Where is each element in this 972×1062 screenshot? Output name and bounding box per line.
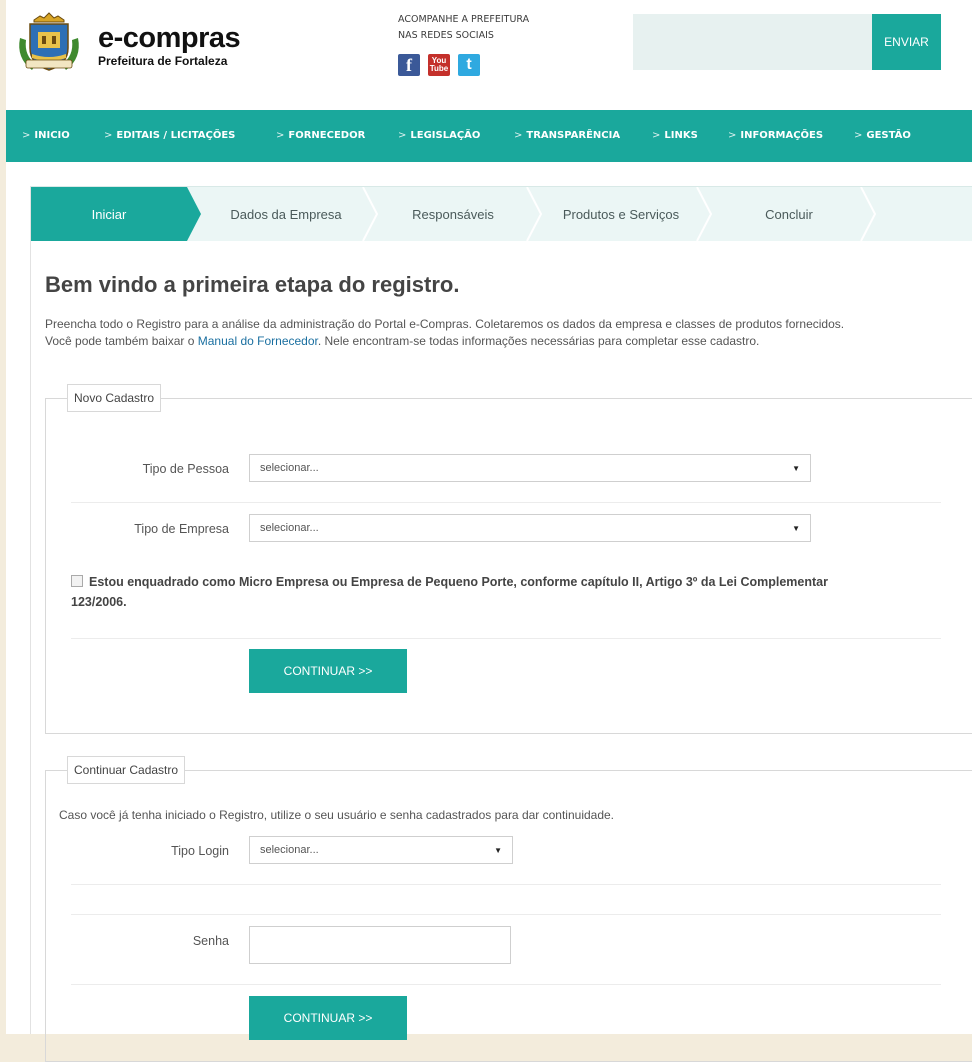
brand-subtitle: Prefeitura de Fortaleza xyxy=(98,54,228,68)
header: e-compras Prefeitura de Fortaleza ACOMPA… xyxy=(6,0,972,110)
brand-title: e-compras xyxy=(98,22,241,54)
continuar-cadastro-legend: Continuar Cadastro xyxy=(67,756,186,784)
continuar-info-text: Caso você já tenha iniciado o Registro, … xyxy=(59,808,615,822)
nav-arrow-icon: > xyxy=(276,130,285,141)
social-caption-2: NAS REDES SOCIAIS xyxy=(398,30,494,41)
nav-item-editais[interactable]: > EDITAIS / LICITAÇÕES xyxy=(104,130,235,141)
nav-item-gestao[interactable]: > GESTÃO xyxy=(854,130,911,141)
main-nav: > INICIO > EDITAIS / LICITAÇÕES > FORNECEDO… xyxy=(6,110,972,162)
page-title: Bem vindo a primeira etapa do registro. xyxy=(45,272,460,297)
twitter-icon[interactable]: t xyxy=(458,54,480,76)
nav-item-transparencia[interactable]: > TRANSPARÊNCIA xyxy=(514,130,620,141)
step-responsaveis[interactable]: Responsáveis xyxy=(377,187,529,241)
manual-fornecedor-link[interactable]: Manual do Fornecedor xyxy=(198,334,318,348)
nav-arrow-icon: > xyxy=(398,130,407,141)
nav-arrow-icon: > xyxy=(22,130,31,141)
step-separator xyxy=(860,187,877,241)
nav-item-links[interactable]: > LINKS xyxy=(652,130,698,141)
intro-text: Preencha todo o Registro para a análise … xyxy=(45,316,945,350)
nav-item-inicio[interactable]: > INICIO xyxy=(22,130,70,141)
micro-empresa-checkbox-label-2: 123/2006. xyxy=(71,595,127,609)
select-caret-icon: ▼ xyxy=(792,463,800,473)
continuar-button[interactable]: CONTINUAR >> xyxy=(249,649,407,693)
senha-label: Senha xyxy=(192,934,229,948)
step-concluir[interactable]: Concluir xyxy=(711,187,867,241)
nav-arrow-icon: > xyxy=(854,130,863,141)
nav-item-fornecedor[interactable]: > FORNECEDOR xyxy=(276,130,365,141)
select-caret-icon: ▼ xyxy=(792,523,800,533)
tipo-login-select[interactable]: selecionar... ▼ xyxy=(249,836,513,864)
tipo-pessoa-label: Tipo de Pessoa xyxy=(142,462,229,476)
youtube-icon[interactable]: You Tube xyxy=(428,54,450,76)
brand[interactable]: e-compras Prefeitura de Fortaleza xyxy=(98,22,241,69)
tipo-login-label: Tipo Login xyxy=(171,844,229,858)
social-icons: f You Tube t xyxy=(398,54,529,76)
nav-item-legislacao[interactable]: > LEGISLAÇÃO xyxy=(398,130,480,141)
novo-cadastro-legend: Novo Cadastro xyxy=(67,384,162,412)
micro-empresa-checkbox-row: Estou enquadrado como Micro Empresa ou E… xyxy=(71,572,951,612)
registration-card: Iniciar Dados da Empresa Responsáveis Pr… xyxy=(30,186,972,1062)
nav-arrow-icon: > xyxy=(514,130,523,141)
micro-empresa-checkbox-label: Estou enquadrado como Micro Empresa ou E… xyxy=(89,575,828,589)
intro-line-1: Preencha todo o Registro para a análise … xyxy=(45,317,845,331)
social-block: ACOMPANHE A PREFEITURA NAS REDES SOCIAIS… xyxy=(398,12,529,76)
intro-line-2: Você pode também baixar o Manual do Forn… xyxy=(45,334,760,348)
novo-cadastro-section xyxy=(45,398,972,734)
divider xyxy=(71,502,941,503)
nav-arrow-icon: > xyxy=(652,130,661,141)
divider xyxy=(71,638,941,639)
search-input[interactable] xyxy=(633,14,873,70)
tipo-pessoa-select[interactable]: selecionar... ▼ xyxy=(249,454,811,482)
social-caption-1: ACOMPANHE A PREFEITURA xyxy=(398,14,530,25)
coat-of-arms-logo[interactable] xyxy=(14,8,84,74)
page-frame: e-compras Prefeitura de Fortaleza ACOMPA… xyxy=(6,0,972,1062)
tipo-empresa-select[interactable]: selecionar... ▼ xyxy=(249,514,811,542)
divider xyxy=(71,984,941,985)
select-caret-icon: ▼ xyxy=(494,845,502,855)
divider xyxy=(71,914,941,915)
nav-arrow-icon: > xyxy=(728,130,737,141)
progress-steps: Iniciar Dados da Empresa Responsáveis Pr… xyxy=(31,186,972,241)
step-iniciar[interactable]: Iniciar xyxy=(31,187,187,241)
nav-item-informacoes[interactable]: > INFORMAÇÕES xyxy=(728,130,823,141)
step-produtos-servicos[interactable]: Produtos e Serviços xyxy=(541,187,701,241)
nav-arrow-icon: > xyxy=(104,130,113,141)
facebook-icon[interactable]: f xyxy=(398,54,420,76)
continuar-login-button[interactable]: CONTINUAR >> xyxy=(249,996,407,1040)
micro-empresa-checkbox[interactable] xyxy=(71,575,83,587)
tipo-empresa-label: Tipo de Empresa xyxy=(134,522,229,536)
senha-input[interactable] xyxy=(249,926,511,964)
divider xyxy=(71,884,941,885)
send-button[interactable]: ENVIAR xyxy=(872,14,941,70)
step-dados-empresa[interactable]: Dados da Empresa xyxy=(201,187,371,241)
